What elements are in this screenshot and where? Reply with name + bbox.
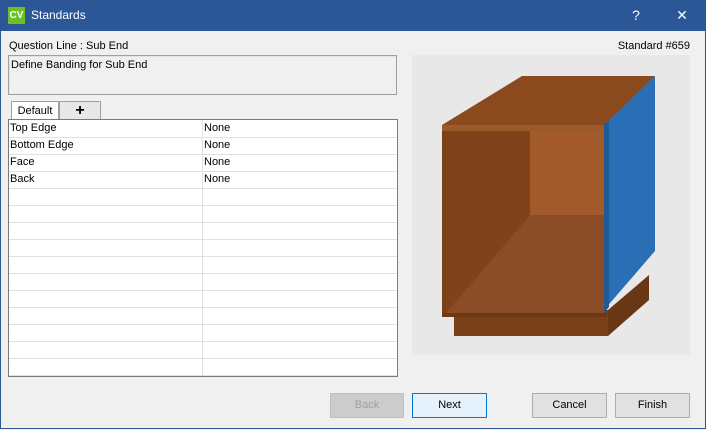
next-button[interactable]: Next xyxy=(412,393,487,418)
grid-cell-value[interactable]: None xyxy=(204,137,230,154)
grid-cell-name: Top Edge xyxy=(9,120,203,137)
grid-row-empty xyxy=(9,290,397,308)
plus-icon: + xyxy=(75,102,85,119)
grid-cell-empty xyxy=(9,358,203,375)
tab-default[interactable]: Default xyxy=(11,101,59,120)
grid-cell-value[interactable]: None xyxy=(204,154,230,171)
description-field[interactable]: Define Banding for Sub End xyxy=(8,55,397,95)
grid-row-empty xyxy=(9,273,397,291)
grid-row-empty xyxy=(9,188,397,206)
property-grid: Top Edge None Bottom Edge None Face None… xyxy=(8,119,398,377)
question-line-label: Question Line : Sub End xyxy=(9,40,129,52)
grid-row[interactable]: Top Edge None xyxy=(9,120,397,138)
grid-cell-empty xyxy=(9,307,203,324)
grid-cell-empty xyxy=(9,290,203,307)
grid-row[interactable]: Face None xyxy=(9,154,397,172)
grid-cell-empty xyxy=(9,222,203,239)
grid-row-empty xyxy=(9,307,397,325)
grid-row-empty xyxy=(9,205,397,223)
grid-row[interactable]: Back None xyxy=(9,171,397,189)
grid-cell-value[interactable]: None xyxy=(204,171,230,188)
grid-cell-empty xyxy=(9,256,203,273)
grid-row-empty xyxy=(9,324,397,342)
back-button[interactable]: Back xyxy=(330,393,404,418)
grid-row-empty xyxy=(9,358,397,376)
add-tab-button[interactable]: + xyxy=(59,101,101,120)
grid-cell-empty xyxy=(9,205,203,222)
grid-row-empty xyxy=(9,222,397,240)
help-button[interactable]: ? xyxy=(614,0,658,31)
app-logo-icon: CV xyxy=(8,7,25,24)
grid-cell-name: Bottom Edge xyxy=(9,137,203,154)
grid-cell-name: Face xyxy=(9,154,203,171)
grid-row-empty xyxy=(9,341,397,359)
cancel-button[interactable]: Cancel xyxy=(532,393,607,418)
grid-row-empty xyxy=(9,239,397,257)
grid-cell-empty xyxy=(9,239,203,256)
finish-button[interactable]: Finish xyxy=(615,393,690,418)
grid-cell-value[interactable]: None xyxy=(204,120,230,137)
grid-row-empty xyxy=(9,256,397,274)
grid-cell-empty xyxy=(9,341,203,358)
description-text: Define Banding for Sub End xyxy=(11,59,148,71)
title-bar: CV Standards ? ✕ xyxy=(0,0,706,31)
grid-cell-name: Back xyxy=(9,171,203,188)
close-button[interactable]: ✕ xyxy=(660,0,704,31)
grid-cell-empty xyxy=(9,324,203,341)
grid-row[interactable]: Bottom Edge None xyxy=(9,137,397,155)
grid-cell-empty xyxy=(9,188,203,205)
grid-cell-empty xyxy=(9,273,203,290)
cabinet-3d-icon xyxy=(442,76,655,336)
window-title: Standards xyxy=(31,8,86,22)
cabinet-preview xyxy=(412,55,690,355)
standard-number: Standard #659 xyxy=(617,40,690,52)
